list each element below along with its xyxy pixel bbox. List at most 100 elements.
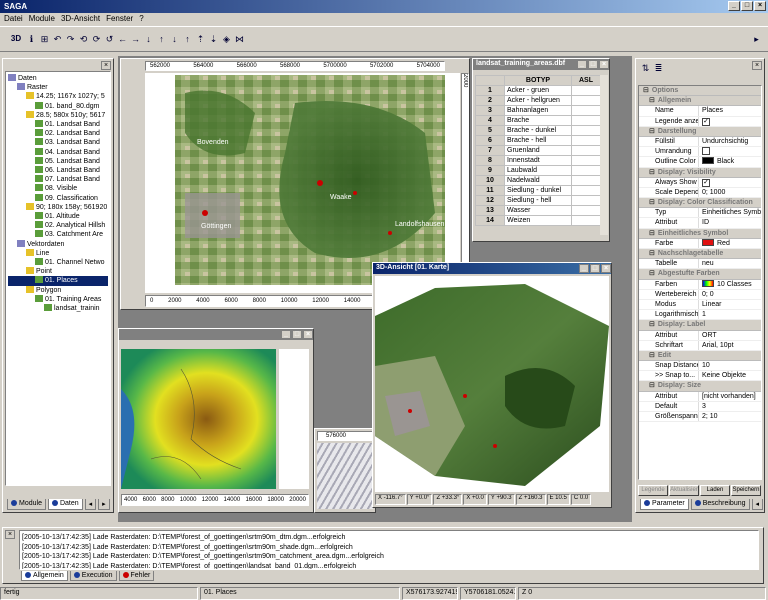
property-row[interactable]: Attribut ORT (639, 330, 761, 341)
property-row[interactable]: Umrandung (639, 147, 761, 158)
collapse-icon[interactable]: ⊟ (649, 97, 655, 104)
3d-icon[interactable]: 3D (8, 33, 24, 45)
property-row[interactable]: Attribut ID (639, 218, 761, 229)
close-button[interactable]: × (754, 1, 766, 11)
legend-button[interactable]: Legende (638, 485, 668, 496)
cell-asl[interactable] (570, 85, 602, 96)
property-row[interactable]: Attribut [nicht vorhanden] (639, 391, 761, 402)
property-value[interactable]: 10 (699, 361, 761, 370)
tree-item[interactable]: 90; 180x 158y; 561920 (8, 202, 108, 212)
property-value[interactable]: Arial, 10pt (699, 341, 761, 350)
table-row[interactable]: 8 Innenstadt (474, 155, 602, 166)
rotate-up-icon[interactable]: ⟲ (78, 33, 89, 45)
table-row[interactable]: 10 Nadelwald (474, 175, 602, 186)
property-row[interactable]: Always Show ✓ (639, 177, 761, 188)
tree-item[interactable]: 02. Landsat Band (8, 129, 108, 138)
maximize-button[interactable]: □ (741, 1, 753, 11)
collapse-icon[interactable]: ⊟ (649, 169, 655, 176)
property-value[interactable]: Red (699, 238, 761, 248)
property-value[interactable]: Black (699, 157, 761, 166)
tree-item[interactable]: 03. Landsat Band (8, 138, 108, 147)
cell-botyp[interactable]: Wasser (504, 205, 572, 216)
property-row[interactable]: Legende anzeigen✓ (639, 116, 761, 127)
property-row[interactable]: Farben 10 Classes (639, 279, 761, 290)
table-row[interactable]: 14 Weizen (474, 215, 602, 226)
cell-botyp[interactable]: Siedlung - hell (504, 195, 572, 206)
property-section-header[interactable]: ⊟ Display: Label (639, 320, 761, 331)
tab-fehler[interactable]: Fehler (118, 571, 155, 581)
cell-botyp[interactable]: Gruenland (504, 145, 572, 156)
exaggeration-down-icon[interactable]: ⇣ (208, 33, 219, 45)
cell-asl[interactable] (570, 105, 602, 116)
property-section-header[interactable]: ⊟ Allgemein (639, 96, 761, 107)
property-row[interactable]: >> Snap to... Keine Objekte (639, 371, 761, 382)
property-value[interactable]: ✓ (699, 117, 761, 126)
row-number[interactable]: 6 (474, 135, 506, 146)
tilt-icon[interactable]: ↺ (104, 33, 115, 45)
cell-asl[interactable] (570, 165, 602, 176)
cell-botyp[interactable]: Acker - gruen (504, 85, 572, 96)
tree-item[interactable]: 07. Landsat Band (8, 175, 108, 184)
table-row[interactable]: 2 Acker - hellgruen (474, 95, 602, 106)
rotate-right-icon[interactable]: ↷ (65, 33, 76, 45)
property-value[interactable]: 3 (699, 402, 761, 411)
tree-item[interactable]: 01. Channel Netwo (8, 258, 108, 267)
property-value[interactable]: ORT (699, 331, 761, 340)
cell-botyp[interactable]: Brache - hell (504, 135, 572, 146)
tree-item[interactable]: 01. band_80.dgm (8, 101, 108, 111)
property-row[interactable]: Default 3 (639, 401, 761, 412)
table-row[interactable]: 4 Brache (474, 115, 602, 126)
menu-datei[interactable]: Datei (4, 14, 23, 24)
tree-item[interactable]: 06. Landsat Band (8, 166, 108, 175)
tree-item[interactable]: Raster (8, 83, 108, 92)
collapse-icon[interactable]: ⊟ (649, 270, 655, 277)
tree-item[interactable]: 01. Training Areas (8, 294, 108, 304)
row-number[interactable]: 14 (474, 215, 506, 226)
tree-item[interactable]: 02. Analytical Hillsh (8, 221, 108, 230)
minimize-button[interactable]: _ (728, 1, 740, 11)
column-header-asl[interactable]: ASL (570, 75, 602, 86)
collapse-icon[interactable]: ⊟ (649, 230, 655, 237)
row-number[interactable]: 5 (474, 125, 506, 136)
property-row[interactable]: Wertebereich 0; 0 (639, 289, 761, 300)
table-maximize-button[interactable]: □ (588, 60, 598, 69)
property-row[interactable]: Logarithmisch 1 (639, 310, 761, 321)
rotate-left-icon[interactable]: ↶ (52, 33, 63, 45)
property-section-header[interactable]: ⊟ Display: Size (639, 381, 761, 392)
3d-minimize-button[interactable]: _ (579, 264, 589, 273)
checkbox-icon[interactable] (702, 147, 710, 156)
cell-botyp[interactable]: Nadelwald (504, 175, 572, 186)
tree-item[interactable]: 01. Altitude (8, 212, 108, 221)
row-number[interactable]: 9 (474, 165, 506, 176)
cell-botyp[interactable]: Laubwald (504, 165, 572, 176)
central-projection-icon[interactable]: ◈ (221, 33, 232, 45)
tab-execution[interactable]: Execution (69, 571, 117, 581)
arrow-down-icon[interactable]: ↓ (143, 33, 154, 45)
cell-asl[interactable] (570, 195, 602, 206)
property-section-header[interactable]: ⊟ Edit (639, 350, 761, 362)
tree-item[interactable]: 09. Classification (8, 193, 108, 203)
property-value[interactable]: Places (699, 106, 761, 115)
dem-close-button[interactable]: × (303, 330, 313, 339)
row-number[interactable]: 3 (474, 105, 506, 116)
table-row[interactable]: 1 Acker - gruen (474, 85, 602, 96)
properties-close-icon[interactable]: × (752, 61, 762, 70)
cell-asl[interactable] (570, 125, 602, 136)
row-number[interactable]: 12 (474, 195, 506, 206)
property-section-header[interactable]: ⊟ Display: Color Classification (639, 198, 761, 209)
tree-item[interactable]: 14.25; 1167x 1027y; 5 (8, 92, 108, 101)
collapse-icon[interactable]: ⊟ (649, 250, 655, 257)
property-value[interactable]: 0; 1000 (699, 188, 761, 197)
collapse-icon[interactable]: ⊟ (649, 321, 655, 328)
property-row[interactable]: Füllstil Undurchsichtig (639, 136, 761, 148)
3d-maximize-button[interactable]: □ (590, 264, 600, 273)
tab-daten[interactable]: Daten (47, 499, 83, 510)
tree-item[interactable]: 08. Visible (8, 184, 108, 193)
tab-parameter[interactable]: Parameter (640, 499, 689, 510)
table-row[interactable]: 13 Wasser (474, 205, 602, 216)
message-log[interactable]: [2005-10-13/17:42:35] Lade Rasterdaten: … (19, 530, 759, 570)
tree-item[interactable]: 28.5; 580x 510y; 5617 (8, 110, 108, 120)
collapse-icon[interactable]: ⊟ (649, 352, 655, 359)
exaggeration-up-icon[interactable]: ⇡ (195, 33, 206, 45)
property-row[interactable]: Modus Linear (639, 299, 761, 311)
